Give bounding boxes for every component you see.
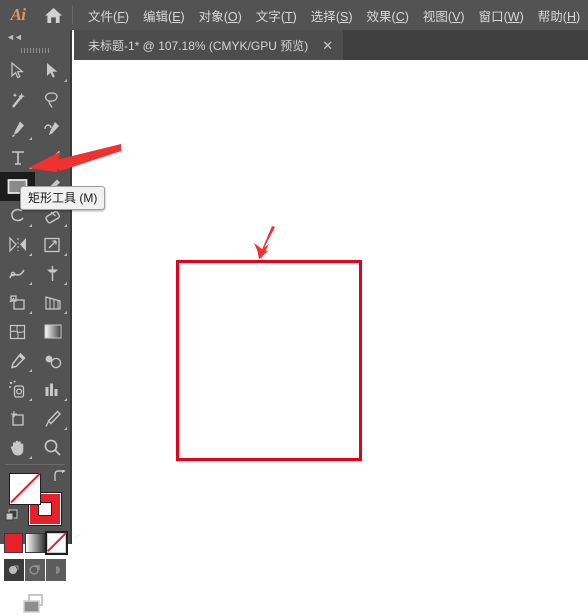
artboard-canvas[interactable] — [74, 60, 588, 544]
menu-item-window[interactable]: 窗口(W) — [472, 2, 531, 29]
shape-builder-tool[interactable] — [0, 288, 35, 317]
document-tab-bar: 未标题-1* @ 107.18% (CMYK/GPU 预览) ✕ — [74, 30, 588, 60]
double-chevron-left-icon[interactable]: ◄◄ — [0, 30, 70, 44]
zoom-tool[interactable] — [35, 433, 70, 462]
draw-behind-button[interactable] — [25, 559, 45, 581]
none-mode-button[interactable] — [44, 531, 69, 555]
width-tool[interactable] — [0, 259, 35, 288]
tool-grid — [0, 56, 70, 462]
document-tab[interactable]: 未标题-1* @ 107.18% (CMYK/GPU 预览) ✕ — [74, 30, 344, 60]
artboard-tool[interactable] — [0, 404, 35, 433]
toolbar-divider — [5, 464, 65, 465]
draw-normal-button[interactable] — [4, 559, 24, 581]
tool-flyout-indicator — [29, 369, 32, 372]
tool-flyout-indicator — [29, 253, 32, 256]
tool-flyout-indicator — [64, 224, 67, 227]
column-graph-tool[interactable] — [35, 375, 70, 404]
tool-flyout-indicator — [29, 166, 32, 169]
selection-tool[interactable] — [0, 56, 35, 85]
color-mode-button[interactable] — [4, 533, 24, 553]
close-icon[interactable]: ✕ — [322, 39, 333, 52]
tool-flyout-indicator — [64, 398, 67, 401]
tool-flyout-indicator — [29, 224, 32, 227]
curvature-tool[interactable] — [35, 114, 70, 143]
free-transform-tool[interactable] — [35, 259, 70, 288]
menu-item-effect[interactable]: 效果(C) — [360, 2, 416, 29]
tool-flyout-indicator — [29, 311, 32, 314]
tool-flyout-indicator — [64, 166, 67, 169]
draw-inside-button[interactable] — [46, 559, 66, 581]
draw-mode-row — [0, 559, 70, 581]
menu-bar: Ai 文件(F) 编辑(E) 对象(O) 文字(T) 选择(S) 效果(C) 视… — [0, 0, 588, 30]
app-logo: Ai — [10, 5, 26, 24]
scale-tool[interactable] — [35, 230, 70, 259]
rectangle-shape[interactable] — [176, 260, 362, 461]
home-icon[interactable] — [36, 0, 70, 30]
tool-flyout-indicator — [64, 427, 67, 430]
type-tool[interactable] — [0, 143, 35, 172]
tool-flyout-indicator — [29, 398, 32, 401]
perspective-grid-tool[interactable] — [35, 288, 70, 317]
slice-tool[interactable] — [35, 404, 70, 433]
gradient-tool[interactable] — [35, 317, 70, 346]
color-mode-row — [0, 531, 70, 555]
fill-swatch[interactable] — [9, 472, 41, 505]
direct-selection-tool[interactable] — [35, 56, 70, 85]
tool-flyout-indicator — [29, 137, 32, 140]
lasso-tool[interactable] — [35, 85, 70, 114]
tools-panel: ◄◄ — [0, 30, 72, 613]
drag-grip[interactable] — [0, 44, 70, 56]
none-slash-icon — [10, 472, 41, 504]
line-segment-tool[interactable] — [35, 143, 70, 172]
tool-flyout-indicator — [29, 456, 32, 459]
blend-tool[interactable] — [35, 346, 70, 375]
menu-item-file[interactable]: 文件(F) — [81, 2, 136, 29]
change-screen-mode-button[interactable] — [0, 593, 70, 615]
gradient-mode-button[interactable] — [25, 533, 45, 553]
menu-item-help[interactable]: 帮助(H) — [531, 2, 587, 29]
hand-tool[interactable] — [0, 433, 35, 462]
menubar-divider — [72, 5, 73, 25]
tool-flyout-indicator — [64, 79, 67, 82]
tool-flyout-indicator — [64, 253, 67, 256]
symbol-sprayer-tool[interactable] — [0, 375, 35, 404]
pen-tool[interactable] — [0, 114, 35, 143]
menu-item-list: 文件(F) 编辑(E) 对象(O) 文字(T) 选择(S) 效果(C) 视图(V… — [81, 0, 587, 30]
menu-item-view[interactable]: 视图(V) — [416, 2, 472, 29]
tool-tooltip: 矩形工具 (M) — [20, 186, 106, 210]
magic-wand-tool[interactable] — [0, 85, 35, 114]
menu-item-object[interactable]: 对象(O) — [192, 2, 249, 29]
default-fill-stroke-icon[interactable] — [5, 509, 18, 527]
mesh-tool[interactable] — [0, 317, 35, 346]
tool-flyout-indicator — [64, 282, 67, 285]
illustrator-window: Ai 文件(F) 编辑(E) 对象(O) 文字(T) 选择(S) 效果(C) 视… — [0, 0, 588, 613]
document-tab-title: 未标题-1* @ 107.18% (CMYK/GPU 预览) — [88, 38, 309, 53]
fill-stroke-controls — [0, 468, 70, 531]
tool-flyout-indicator — [29, 282, 32, 285]
menu-item-edit[interactable]: 编辑(E) — [136, 2, 192, 29]
swap-fill-stroke-icon[interactable] — [53, 468, 67, 488]
rotate-tool[interactable] — [0, 230, 35, 259]
tool-flyout-indicator — [64, 311, 67, 314]
menu-item-type[interactable]: 文字(T) — [249, 2, 304, 29]
menu-item-select[interactable]: 选择(S) — [304, 2, 360, 29]
eyedropper-tool[interactable] — [0, 346, 35, 375]
